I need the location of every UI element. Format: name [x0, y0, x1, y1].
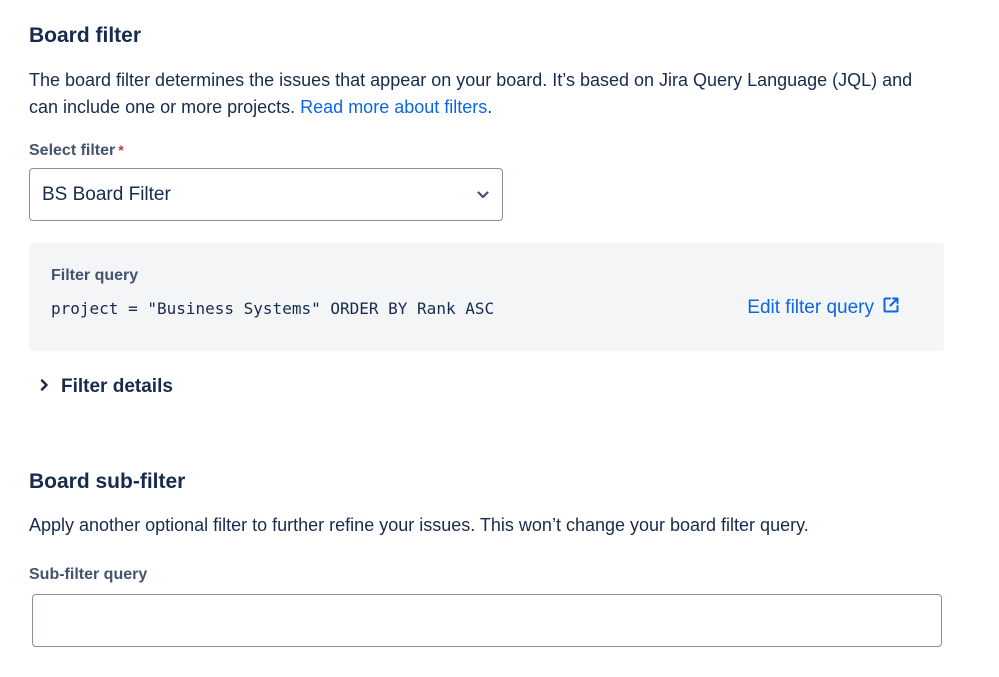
filter-details-label: Filter details: [61, 376, 173, 397]
select-filter-label-text: Select filter: [29, 142, 116, 159]
chevron-right-icon: [40, 378, 49, 396]
board-filter-description: The board filter determines the issues t…: [29, 67, 929, 121]
filter-query-panel: Filter query project = "Business Systems…: [29, 243, 944, 351]
board-sub-filter-title: Board sub-filter: [29, 470, 186, 493]
external-link-icon: [882, 296, 900, 320]
edit-filter-query-label: Edit filter query: [747, 297, 874, 318]
read-more-filters-link[interactable]: Read more about filters: [300, 97, 487, 117]
selected-filter-value: BS Board Filter: [42, 183, 171, 205]
select-filter-dropdown[interactable]: BS Board Filter: [29, 168, 503, 221]
filter-query-code: project = "Business Systems" ORDER BY Ra…: [51, 299, 495, 318]
sub-filter-query-label: Sub-filter query: [29, 566, 148, 583]
chevron-down-icon: [476, 188, 490, 202]
select-filter-label: Select filter *: [29, 142, 124, 160]
board-settings-page: Board filter The board filter determines…: [0, 0, 999, 677]
filter-query-label: Filter query: [51, 267, 139, 284]
edit-filter-query-link[interactable]: Edit filter query: [747, 296, 900, 320]
board-filter-title: Board filter: [29, 24, 142, 47]
required-marker: *: [118, 142, 124, 158]
filter-details-toggle[interactable]: Filter details: [40, 376, 173, 398]
board-filter-description-end: .: [487, 97, 493, 117]
sub-filter-description: Apply another optional filter to further…: [29, 515, 809, 535]
sub-filter-query-input[interactable]: [32, 594, 942, 647]
